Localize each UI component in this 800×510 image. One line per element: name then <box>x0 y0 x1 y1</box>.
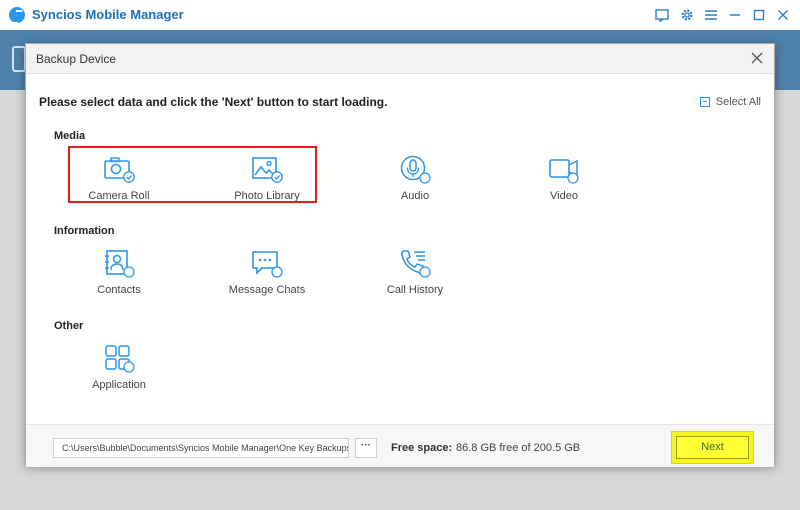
select-all-toggle[interactable]: Select All <box>699 96 761 108</box>
close-app-icon[interactable] <box>775 7 791 23</box>
phone-icon <box>398 248 432 280</box>
data-item-application[interactable]: Application <box>59 343 179 391</box>
browse-button[interactable]: ··· <box>355 438 377 458</box>
maximize-icon[interactable] <box>751 7 767 23</box>
data-item-photo-library[interactable]: Photo Library <box>207 154 327 202</box>
gear-icon[interactable] <box>679 7 695 23</box>
app-title: Syncios Mobile Manager <box>32 7 184 22</box>
contacts-icon <box>102 248 136 280</box>
data-item-call-history[interactable]: Call History <box>355 248 475 296</box>
section-label-other: Other <box>54 320 84 332</box>
feedback-icon[interactable] <box>654 7 670 23</box>
backup-path-field[interactable]: C:\Users\Bubble\Documents\Syncios Mobile… <box>53 438 349 458</box>
select-all-checkbox[interactable] <box>699 97 710 107</box>
item-label: Photo Library <box>234 190 300 202</box>
next-button[interactable]: Next <box>676 436 749 459</box>
photo-icon <box>250 154 284 186</box>
syncios-logo-icon <box>9 7 25 23</box>
select-all-label: Select All <box>715 96 761 108</box>
item-label: Audio <box>400 190 430 202</box>
close-icon[interactable] <box>748 49 766 67</box>
item-label: Contacts <box>97 284 141 296</box>
section-label-media: Media <box>54 130 86 142</box>
backup-device-dialog: Backup Device Please select data and cli… <box>25 43 775 467</box>
data-item-audio[interactable]: Audio <box>355 154 475 202</box>
dialog-title: Backup Device <box>36 52 117 66</box>
video-icon <box>547 154 581 186</box>
dialog-footer: C:\Users\Bubble\Documents\Syncios Mobile… <box>26 424 774 467</box>
microphone-icon <box>398 154 432 186</box>
data-item-camera-roll[interactable]: Camera Roll <box>59 154 179 202</box>
data-item-contacts[interactable]: Contacts <box>59 248 179 296</box>
instruction-text: Please select data and click the 'Next' … <box>39 95 388 109</box>
device-icon <box>12 46 26 72</box>
next-highlight: Next <box>671 431 754 464</box>
item-label: Call History <box>386 284 444 296</box>
menu-icon[interactable] <box>703 7 719 23</box>
free-space-label: Free space: <box>391 442 453 454</box>
apps-icon <box>102 343 136 375</box>
message-icon <box>250 248 284 280</box>
item-label: Message Chats <box>228 284 306 296</box>
minimize-icon[interactable] <box>727 7 743 23</box>
title-bar: Syncios Mobile Manager <box>0 0 800 30</box>
item-label: Camera Roll <box>88 190 150 202</box>
section-label-information: Information <box>54 225 115 237</box>
dialog-header: Backup Device <box>26 44 774 74</box>
item-label: Application <box>92 379 146 391</box>
free-space-value: 86.8 GB free of 200.5 GB <box>456 442 581 454</box>
data-item-message-chats[interactable]: Message Chats <box>207 248 327 296</box>
camera-icon <box>102 154 136 186</box>
data-item-video[interactable]: Video <box>504 154 624 202</box>
item-label: Video <box>550 190 578 202</box>
